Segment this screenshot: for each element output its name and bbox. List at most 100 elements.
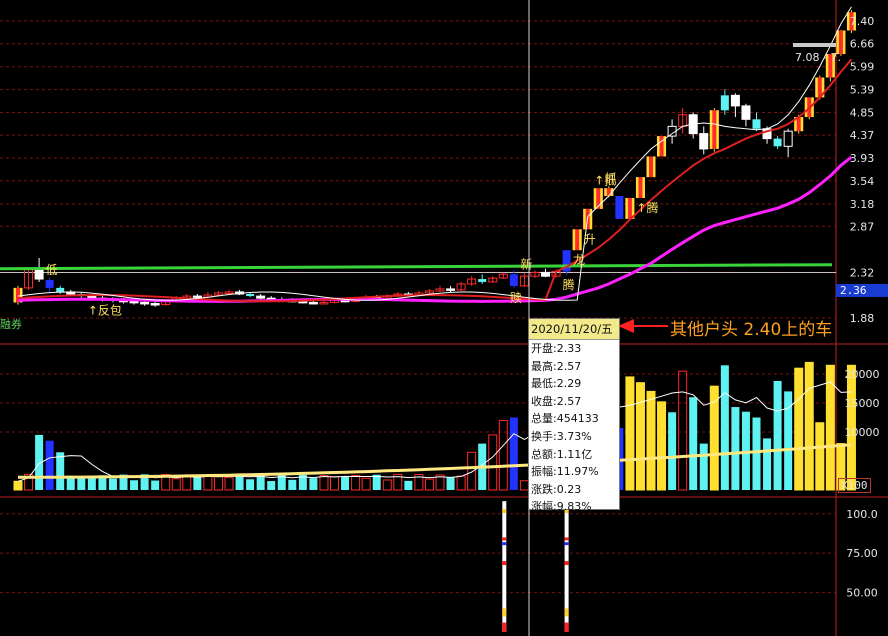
tooltip-low: 最低:2.29 bbox=[531, 377, 582, 391]
candle-body bbox=[541, 271, 550, 277]
tooltip-open: 开盘:2.33 bbox=[531, 342, 582, 355]
candle-body-edge bbox=[583, 208, 586, 230]
volume-bar bbox=[351, 474, 361, 491]
tooltip-amplitude: 振幅:11.97% bbox=[531, 465, 599, 479]
volume-bar bbox=[13, 480, 23, 491]
signal-label: 赎 bbox=[510, 291, 522, 305]
tooltip-date: 2020/11/20/五 bbox=[529, 319, 619, 340]
volume-bar bbox=[752, 417, 761, 490]
candle-body-edge bbox=[800, 117, 804, 132]
price-tick-label: 4.85 bbox=[850, 107, 875, 120]
range-marker bbox=[793, 43, 836, 47]
price-tick-label: 4.37 bbox=[850, 129, 875, 142]
volume-bar bbox=[108, 478, 117, 490]
candle-body bbox=[699, 133, 709, 150]
annotation-arrow-head bbox=[618, 319, 634, 333]
candle-body-edge bbox=[804, 97, 808, 118]
candle-body-edge bbox=[657, 136, 660, 157]
candle-body bbox=[720, 95, 729, 111]
indicator-panel[interactable] bbox=[502, 501, 569, 632]
volume-bar bbox=[731, 407, 740, 490]
candle-body bbox=[615, 196, 624, 219]
signal-label: 升 bbox=[584, 232, 596, 246]
volume-bar bbox=[815, 422, 825, 491]
annotation-text: 其他户头 2.40上的车 bbox=[670, 320, 833, 340]
volume-bar bbox=[203, 475, 213, 491]
tooltip-change: 涨跌:0.23 bbox=[531, 482, 582, 496]
indicator-mark bbox=[564, 561, 569, 566]
candle-body bbox=[34, 268, 44, 280]
signal-label: 抓 bbox=[605, 171, 617, 185]
volume-bar bbox=[678, 370, 688, 491]
volume-bar bbox=[151, 480, 160, 490]
candle-body bbox=[129, 300, 139, 304]
candle-body-edge bbox=[579, 229, 582, 251]
candle-body bbox=[308, 301, 318, 305]
volume-bar bbox=[488, 434, 498, 491]
price-tick-label: 3.54 bbox=[850, 175, 875, 188]
tooltip-volume: 总量:454133 bbox=[531, 412, 599, 426]
candle-body bbox=[773, 138, 782, 147]
candle-body bbox=[45, 280, 54, 288]
candle-body bbox=[140, 301, 150, 305]
indicator-mark bbox=[502, 608, 507, 617]
volume-bar bbox=[56, 452, 65, 490]
candle-body bbox=[56, 287, 65, 292]
volume-bar bbox=[87, 476, 96, 490]
candle-body-edge bbox=[593, 188, 597, 209]
price-tick-label: 5.99 bbox=[850, 61, 875, 74]
candle-body bbox=[478, 279, 487, 282]
signal-label: ↑腾 bbox=[636, 200, 658, 215]
candle-body-edge bbox=[811, 97, 814, 118]
volume-bar bbox=[689, 397, 698, 490]
signal-label: 新 bbox=[520, 256, 532, 271]
volume-bar bbox=[404, 480, 413, 490]
volume-panel[interactable] bbox=[13, 361, 856, 491]
indicator-mark bbox=[564, 537, 569, 541]
candle-body-edge bbox=[716, 110, 719, 149]
candle-body bbox=[752, 119, 761, 129]
indicator-mark bbox=[564, 608, 569, 617]
indicator-tick-label: 75.00 bbox=[846, 547, 878, 560]
price-tick-label: 2.32 bbox=[850, 266, 875, 279]
signal-label: 龙 bbox=[573, 253, 585, 267]
indicator-tick-label: 100.0 bbox=[846, 508, 878, 521]
volume-bar bbox=[224, 477, 234, 491]
volume-bar bbox=[235, 474, 244, 490]
volume-bar bbox=[635, 382, 645, 491]
candle-body bbox=[256, 295, 266, 299]
signal-label: 低 bbox=[46, 263, 58, 277]
current-price-tag: 2.36 bbox=[836, 284, 888, 297]
volume-bar bbox=[341, 476, 350, 490]
volume-bar bbox=[657, 401, 667, 491]
candle-body-edge bbox=[842, 30, 846, 55]
volume-bar bbox=[699, 443, 708, 490]
candle-body bbox=[246, 294, 255, 297]
volume-bar bbox=[625, 376, 635, 491]
tooltip-close: 收盘:2.57 bbox=[531, 394, 582, 408]
volume-bar bbox=[130, 480, 139, 490]
signal-label: ↑反包 bbox=[88, 303, 122, 317]
rong-quan-label: 融券 bbox=[0, 317, 22, 331]
candle-body bbox=[730, 94, 740, 107]
candle-body-edge bbox=[13, 287, 16, 303]
volume-bar bbox=[288, 479, 297, 490]
ma-green-line bbox=[0, 263, 833, 271]
indicator-mark bbox=[502, 561, 507, 566]
volume-bar bbox=[804, 361, 814, 491]
price-tick-label: 7.40 bbox=[850, 15, 875, 28]
price-tick-label: 3.18 bbox=[850, 198, 875, 211]
signal-label: 腾 bbox=[563, 277, 575, 292]
volume-bar bbox=[763, 438, 772, 490]
volume-bar bbox=[720, 365, 729, 490]
tooltip-rows: 开盘:2.33 最高:2.57 最低:2.29 收盘:2.57 总量:45413… bbox=[529, 340, 619, 516]
volume-bar bbox=[668, 412, 677, 490]
volume-bar bbox=[309, 478, 318, 490]
indicator-mark bbox=[502, 509, 507, 514]
price-tick-label: 2.87 bbox=[850, 220, 875, 233]
candle-body-edge bbox=[600, 188, 603, 209]
indicator-mark bbox=[502, 537, 507, 541]
price-tick-label: 3.93 bbox=[850, 152, 875, 165]
volume-bar bbox=[267, 481, 276, 490]
volume-bar bbox=[382, 479, 392, 491]
